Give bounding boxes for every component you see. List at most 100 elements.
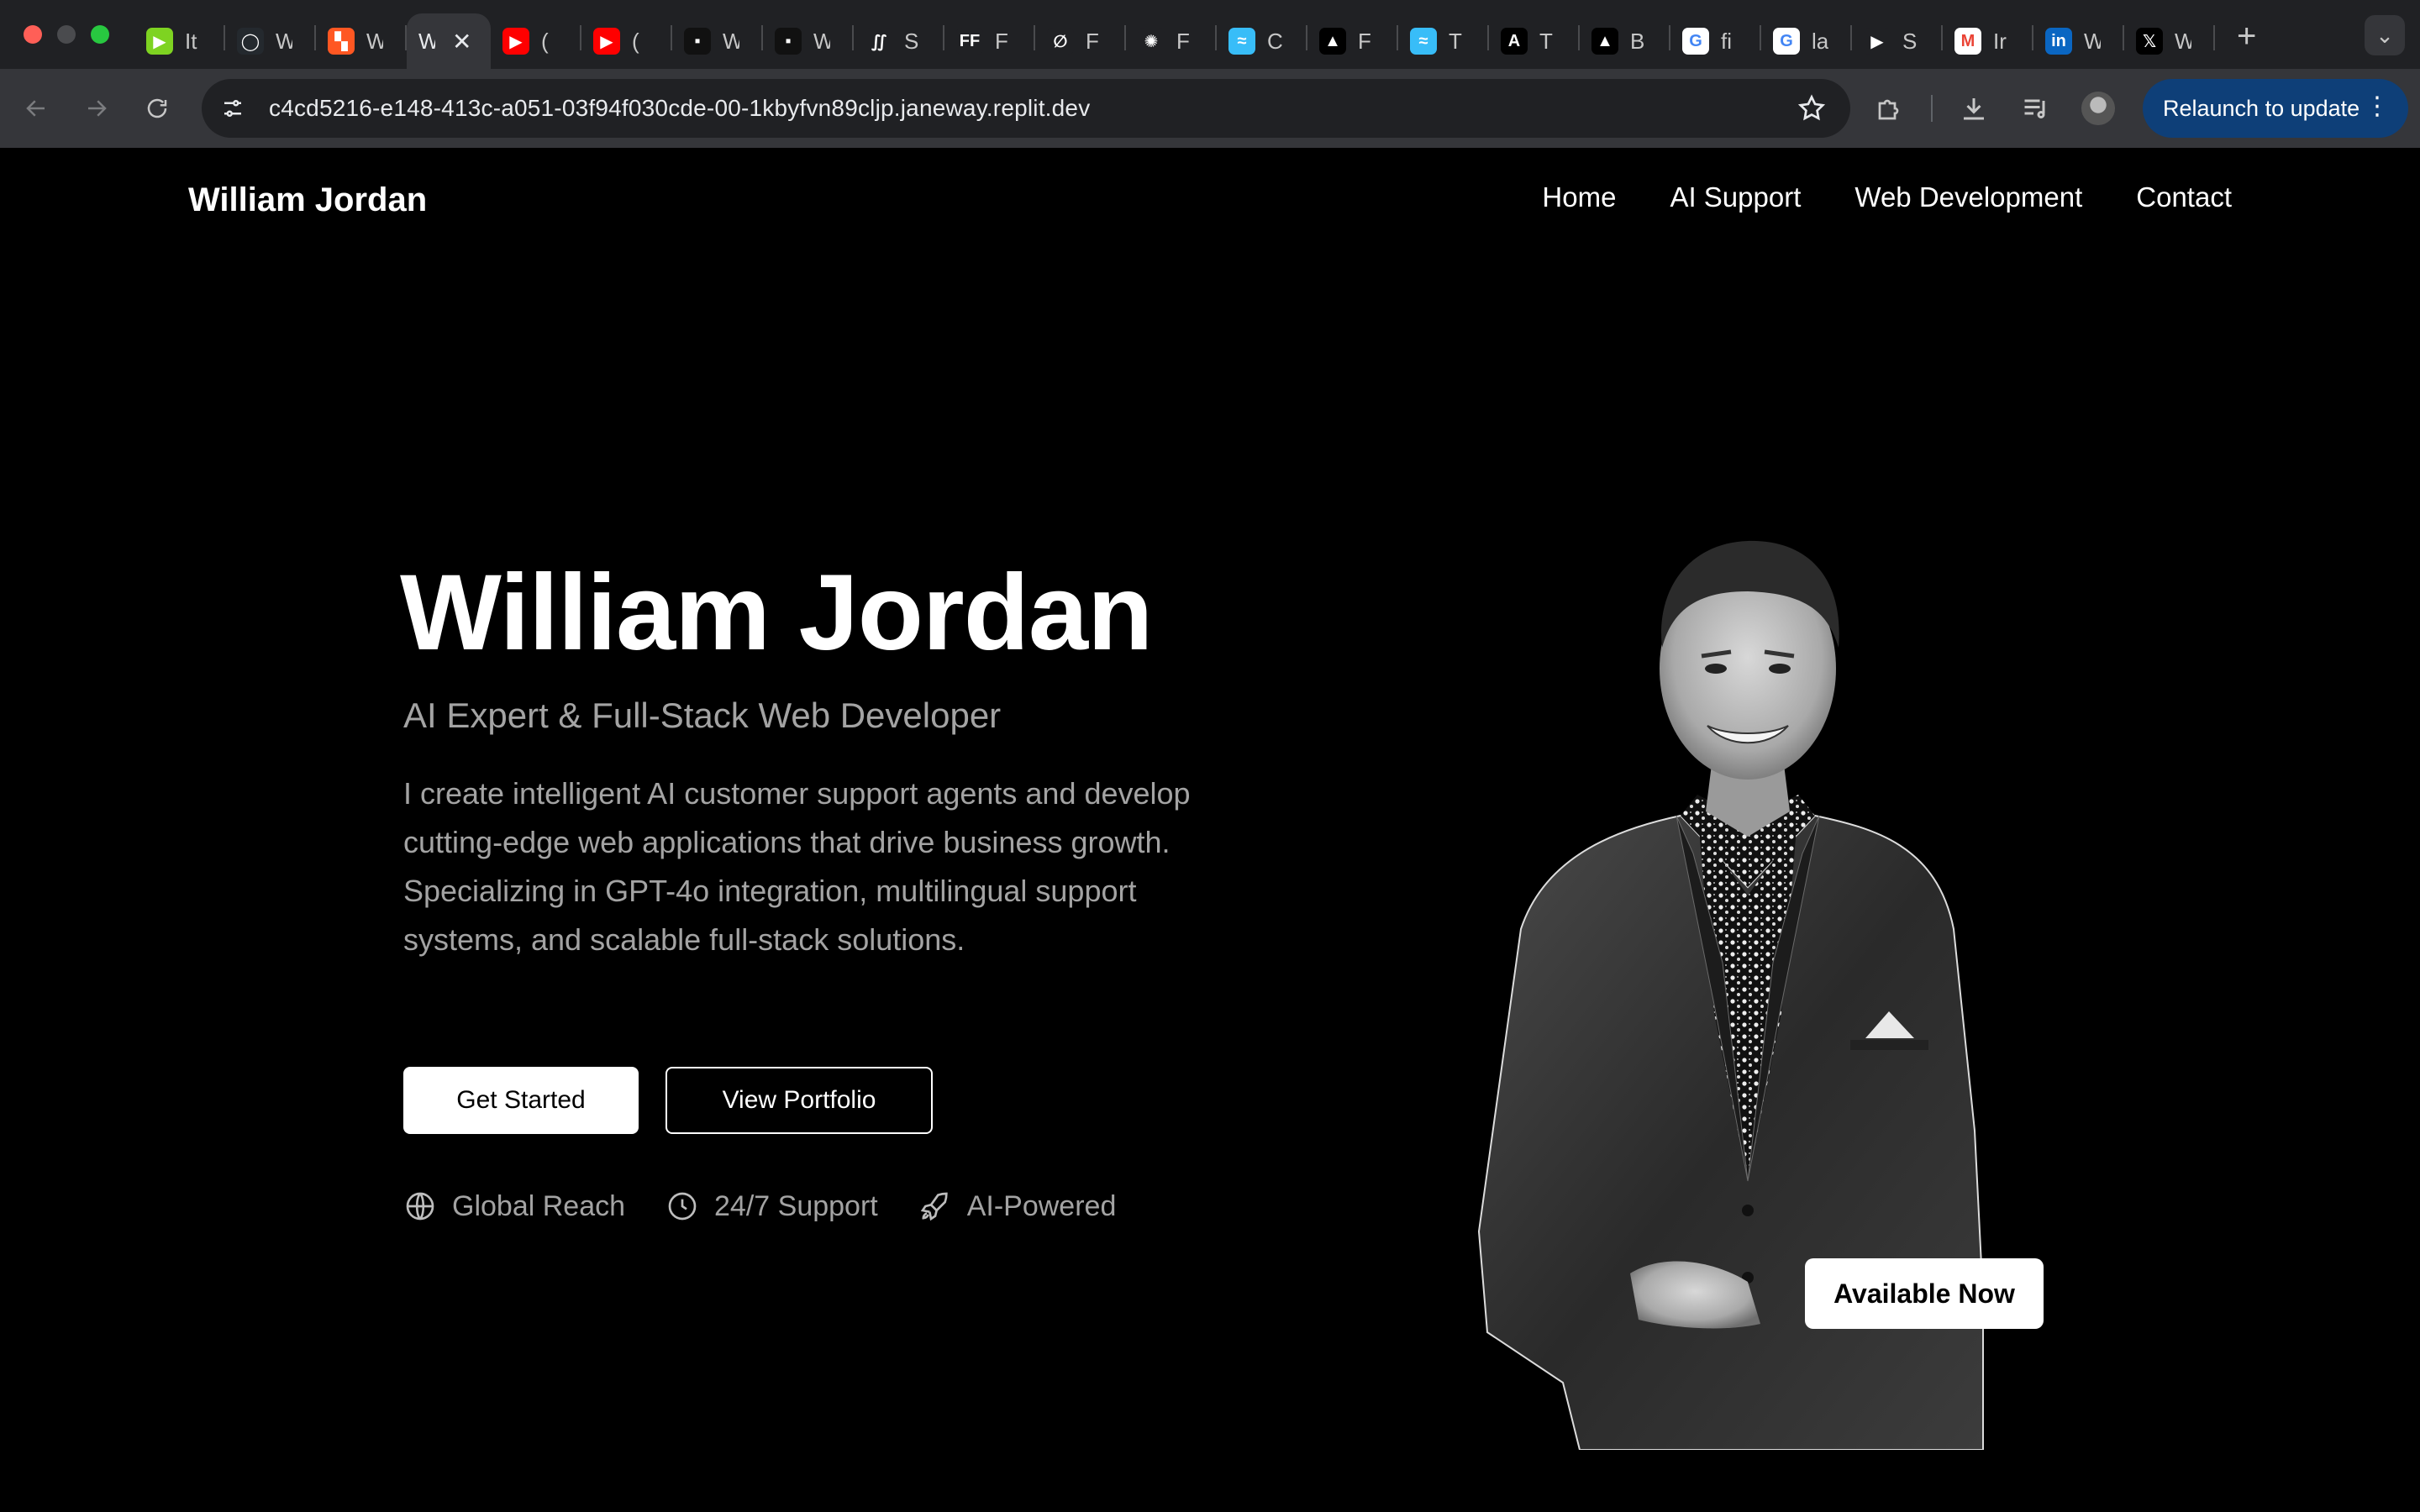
tab-title: B xyxy=(1630,28,1645,54)
star-icon xyxy=(1797,94,1826,121)
browser-tab[interactable]: in W xyxy=(2033,13,2124,69)
browser-tab[interactable]: ▪ W xyxy=(672,13,763,69)
browser-tab[interactable]: Gfi xyxy=(1670,13,1761,69)
tab-active[interactable]: W ✕ xyxy=(407,13,491,69)
hero-subtitle: AI Expert & Full-Stack Web Developer xyxy=(403,696,1002,735)
feature-label: 24/7 Support xyxy=(714,1189,878,1222)
relaunch-label: Relaunch to update xyxy=(2163,95,2360,121)
browser-tab[interactable]: Gla xyxy=(1761,13,1852,69)
hero-description: I create intelligent AI customer support… xyxy=(403,776,1191,957)
tab-title: F xyxy=(1358,28,1371,54)
browser-tab[interactable]: ◯ W xyxy=(225,13,316,69)
browser-tab[interactable]: ∬ S xyxy=(854,13,944,69)
tab-title: C xyxy=(1267,28,1283,54)
bookmark-button[interactable] xyxy=(1797,93,1827,128)
tab-title: T xyxy=(1539,28,1553,54)
tab-title: W xyxy=(418,28,435,54)
url-text[interactable]: c4cd5216-e148-413c-a051-03f94f030cde-00-… xyxy=(269,95,1090,122)
browser-tab[interactable]: 𝕏W xyxy=(2124,13,2215,69)
minimize-window-button[interactable] xyxy=(57,25,76,44)
fullscreen-window-button[interactable] xyxy=(91,25,109,44)
close-window-button[interactable] xyxy=(24,25,42,44)
back-button[interactable] xyxy=(12,84,60,133)
reload-icon xyxy=(147,98,167,118)
tab-list: ▶ It ◯ W ▚ W W ✕ ▶(▶(▪ W ▪ W ∬ S FF F ∅ F ✺ F ≈ C ▲ F ≈ T A T ▲ B Gfi G… xyxy=(134,0,2215,69)
tab-title: W xyxy=(813,28,830,54)
tab-title: T xyxy=(1449,28,1462,54)
puzzle-icon xyxy=(1878,99,1899,120)
triangle-icon: ▲ xyxy=(1319,28,1346,55)
play-circle-icon: ▶ xyxy=(1864,28,1891,55)
extensions-button[interactable] xyxy=(1869,87,1911,129)
new-tab-button[interactable]: + xyxy=(2237,18,2256,55)
dark-site-icon: ▪ xyxy=(775,28,802,55)
a-logo-icon: A xyxy=(1501,28,1528,55)
youtube-icon: ▶ xyxy=(593,28,620,55)
downloads-button[interactable] xyxy=(1953,87,1995,129)
gmail-icon: M xyxy=(1954,28,1981,55)
main-nav: Home AI Support Web Development Contact xyxy=(1542,181,2232,213)
tab-search-button[interactable]: ⌄ xyxy=(2365,15,2405,55)
linkedin-icon: in xyxy=(2045,28,2072,55)
browser-tab[interactable]: ▪ W xyxy=(763,13,854,69)
nav-link-home[interactable]: Home xyxy=(1542,181,1616,213)
nav-link-ai-support[interactable]: AI Support xyxy=(1670,181,1801,213)
browser-tab[interactable]: ≈ C xyxy=(1217,13,1307,69)
browser-tab[interactable]: ▶( xyxy=(491,13,581,69)
browser-tab[interactable]: FF F xyxy=(944,13,1035,69)
browser-tab[interactable]: ✺ F xyxy=(1126,13,1217,69)
browser-tab[interactable]: M Ir xyxy=(1943,13,2033,69)
forward-button[interactable] xyxy=(72,84,121,133)
more-vert-icon[interactable]: ⋮ xyxy=(2365,92,2390,121)
availability-badge: Available Now xyxy=(1805,1258,2044,1329)
google-icon: G xyxy=(1773,28,1800,55)
squarespace-icon: ∬ xyxy=(865,28,892,55)
tab-title: S xyxy=(1902,28,1918,54)
browser-tab[interactable]: ▶ S xyxy=(1852,13,1943,69)
browser-tab[interactable]: AT xyxy=(1489,13,1580,69)
address-bar[interactable]: c4cd5216-e148-413c-a051-03f94f030cde-00-… xyxy=(202,79,1850,138)
x-icon: 𝕏 xyxy=(2136,28,2163,55)
nav-link-contact[interactable]: Contact xyxy=(2136,181,2232,213)
clock-icon xyxy=(668,1192,697,1221)
chevron-down-icon: ⌄ xyxy=(2375,22,2394,48)
profile-button[interactable] xyxy=(2077,87,2119,129)
browser-tab[interactable]: ▚ W xyxy=(316,13,407,69)
toolbar-divider xyxy=(1931,95,1933,122)
site-header: William Jordan Home AI Support Web Devel… xyxy=(0,148,2420,249)
media-controls-button[interactable] xyxy=(2015,87,2057,129)
arrow-left-icon xyxy=(26,100,45,117)
tab-title: W xyxy=(2175,28,2191,54)
browser-tab[interactable]: ≈ T xyxy=(1398,13,1489,69)
browser-tab-strip: ▶ It ◯ W ▚ W W ✕ ▶(▶(▪ W ▪ W ∬ S FF F ∅ F ✺ F ≈ C ▲ F ≈ T A T ▲ B Gfi G… xyxy=(0,0,2420,69)
browser-toolbar: c4cd5216-e148-413c-a051-03f94f030cde-00-… xyxy=(0,69,2420,148)
tab-title: W xyxy=(366,28,383,54)
browser-tab[interactable]: ▲ B xyxy=(1580,13,1670,69)
feature-ai-powered: AI-Powered xyxy=(918,1189,1116,1223)
relaunch-to-update-button[interactable]: Relaunch to update ⋮ xyxy=(2143,79,2408,138)
close-tab-icon[interactable]: ✕ xyxy=(452,28,471,55)
nav-link-web-development[interactable]: Web Development xyxy=(1854,181,2082,213)
slash-circle-icon: ∅ xyxy=(1047,28,1074,55)
browser-tab[interactable]: ▶ It xyxy=(134,13,225,69)
tab-title: W xyxy=(2084,28,2101,54)
replit-run-icon: ▶ xyxy=(146,28,173,55)
tab-title: ( xyxy=(632,28,639,54)
site-logo[interactable]: William Jordan xyxy=(188,181,427,219)
reload-button[interactable] xyxy=(133,84,182,133)
view-portfolio-button[interactable]: View Portfolio xyxy=(666,1067,933,1134)
get-started-button[interactable]: Get Started xyxy=(403,1067,639,1134)
tab-title: W xyxy=(276,28,292,54)
tab-title: F xyxy=(1086,28,1099,54)
browser-tab[interactable]: ∅ F xyxy=(1035,13,1126,69)
tab-title: It xyxy=(185,28,197,54)
download-icon xyxy=(1964,98,1984,120)
window-controls xyxy=(24,25,109,44)
browser-tab[interactable]: ▶( xyxy=(581,13,672,69)
github-icon: ◯ xyxy=(237,28,264,55)
globe-icon xyxy=(406,1192,434,1221)
ff-logo-icon: FF xyxy=(956,28,983,55)
browser-tab[interactable]: ▲ F xyxy=(1307,13,1398,69)
site-info-button[interactable] xyxy=(213,89,252,128)
tab-title: la xyxy=(1812,28,1828,54)
